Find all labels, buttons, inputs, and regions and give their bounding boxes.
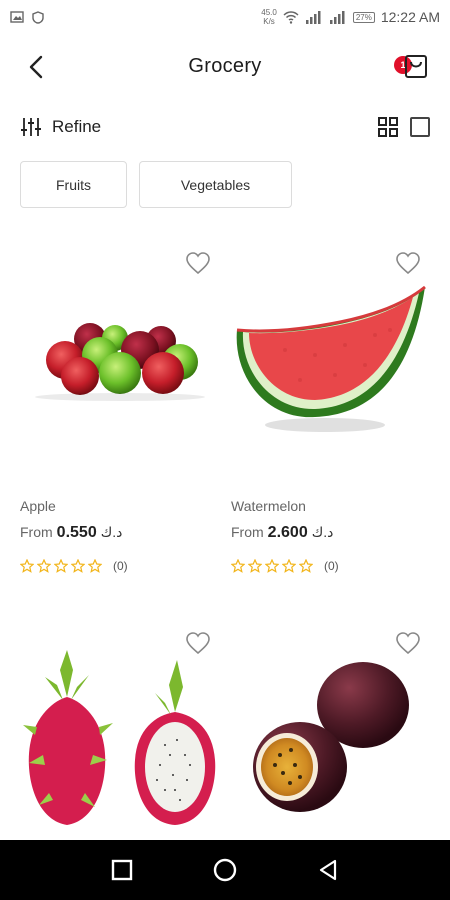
star-icon (20, 559, 34, 573)
star-icon (248, 559, 262, 573)
chip-fruits[interactable]: Fruits (20, 161, 127, 208)
home-circle-icon[interactable] (213, 858, 237, 882)
back-triangle-icon[interactable] (316, 858, 340, 882)
star-icon (265, 559, 279, 573)
shield-icon (32, 10, 44, 24)
heart-icon[interactable] (395, 631, 421, 655)
product-name: Apple (20, 498, 56, 514)
rating-count: (0) (324, 559, 339, 573)
page-title: Grocery (188, 54, 262, 77)
app-header: Grocery 1 (0, 38, 450, 94)
product-price: From 0.550 د.ك (20, 524, 123, 541)
product-image-watermelon (225, 235, 435, 475)
star-icon (71, 559, 85, 573)
product-card-dragon-fruit[interactable] (15, 615, 225, 855)
star-icon (299, 559, 313, 573)
category-chips: Fruits Vegetables (20, 161, 292, 208)
shopping-bag-icon[interactable] (402, 52, 430, 80)
back-arrow-icon[interactable] (22, 54, 52, 80)
heart-icon[interactable] (185, 251, 211, 275)
wifi-icon (283, 10, 299, 24)
refine-toolbar: Refine (20, 112, 430, 142)
product-image-passion-fruit (225, 615, 435, 855)
product-price: From 2.600 د.ك (231, 524, 334, 541)
clock: 12:22 AM (380, 9, 440, 25)
chip-vegetables[interactable]: Vegetables (139, 161, 292, 208)
product-name: Watermelon (231, 498, 306, 514)
star-icon (88, 559, 102, 573)
product-card-apple[interactable]: Apple From 0.550 د.ك (0) (15, 235, 225, 573)
image-notification-icon (10, 11, 24, 23)
product-rating: (0) (20, 559, 128, 573)
refine-button[interactable]: Refine (52, 117, 101, 137)
star-icon (282, 559, 296, 573)
network-speed: 45.0 K/s (261, 8, 277, 26)
product-rating: (0) (231, 559, 339, 573)
recents-square-icon[interactable] (110, 858, 134, 882)
heart-icon[interactable] (185, 631, 211, 655)
star-icon (54, 559, 68, 573)
system-nav-bar (0, 840, 450, 900)
star-icon (37, 559, 51, 573)
battery-indicator: 27% (352, 11, 375, 23)
star-icon (231, 559, 245, 573)
product-image-dragon-fruit (15, 615, 225, 855)
heart-icon[interactable] (395, 251, 421, 275)
product-image-apple (15, 235, 225, 475)
signal-icon (305, 10, 321, 24)
list-view-icon[interactable] (410, 117, 430, 137)
rating-count: (0) (113, 559, 128, 573)
grid-view-icon[interactable] (378, 117, 398, 137)
sliders-icon[interactable] (20, 116, 42, 138)
product-card-passion-fruit[interactable] (225, 615, 435, 855)
status-bar: 45.0 K/s 27% 12:22 AM (0, 0, 450, 34)
product-card-watermelon[interactable]: Watermelon From 2.600 د.ك (0) (225, 235, 435, 573)
signal-icon-2 (329, 10, 345, 24)
